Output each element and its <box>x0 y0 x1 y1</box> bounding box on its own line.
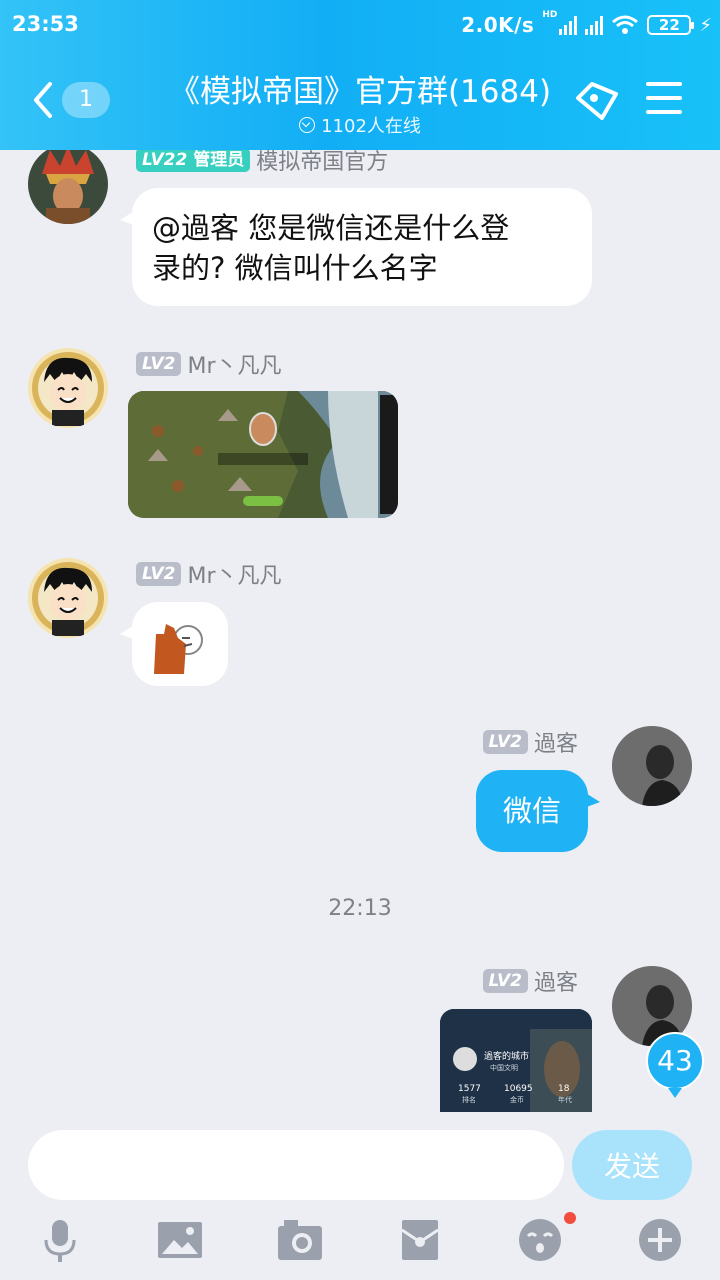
chat-area[interactable]: LV22 管理员 模拟帝国官方 @過客 您是微信还是什么登 录的? 微信叫什么名… <box>0 150 720 1112</box>
sender-meta: LV2 過客 <box>482 965 578 997</box>
level-text: LV22 <box>142 150 188 170</box>
sender-meta: LV2 過客 <box>482 726 578 758</box>
new-messages-badge[interactable]: 43 <box>646 1032 704 1098</box>
group-title[interactable]: 《模拟帝国》官方群(1684) <box>150 66 570 111</box>
status-time: 23:53 <box>12 12 79 36</box>
card-name: 過客的城市 <box>484 1052 530 1062</box>
online-count-label: 1102人在线 <box>321 116 421 137</box>
level-badge: LV2 <box>482 730 528 754</box>
back-arrow-icon[interactable] <box>28 80 58 120</box>
status-icons: 2.0K/s HD 22 ⚡ <box>461 10 712 40</box>
network-speed: 2.0K/s <box>461 13 535 37</box>
plus-icon[interactable] <box>636 1216 684 1264</box>
wifi-icon <box>612 15 639 34</box>
sender-name[interactable]: 過客 <box>534 726 578 758</box>
image-icon[interactable] <box>156 1216 204 1264</box>
card-stat-label: 排名 <box>462 1096 476 1104</box>
sender-name[interactable]: Mr丶凡凡 <box>187 348 281 380</box>
card-subtitle: 中国文明 <box>490 1064 518 1072</box>
image-message[interactable]: 過客的城市 中国文明 1577 10695 18 排名 金币 年代 <box>440 1009 592 1112</box>
message-input[interactable] <box>28 1130 564 1200</box>
unread-back-badge[interactable]: 1 <box>62 82 110 118</box>
tag-icon[interactable] <box>572 78 622 122</box>
signal-icon <box>559 15 578 35</box>
menu-icon[interactable] <box>646 82 682 114</box>
card-stat: 18 <box>558 1084 570 1094</box>
emoji-icon[interactable] <box>516 1216 564 1264</box>
message-bubble[interactable]: 微信 <box>476 770 600 852</box>
charging-icon: ⚡ <box>699 14 712 36</box>
my-avatar[interactable] <box>612 726 692 806</box>
signal-icon-2 <box>585 15 604 35</box>
title-bar: 23:53 2.0K/s HD 22 ⚡ 1 《模拟帝国》官方群(1684) 1… <box>0 0 720 150</box>
image-message[interactable] <box>128 391 398 518</box>
sender-name[interactable]: 模拟帝国官方 <box>256 150 388 176</box>
chevron-down-icon <box>299 117 316 133</box>
battery-icon: 22 <box>647 15 695 35</box>
sticker-message[interactable] <box>120 602 228 686</box>
sender-meta: LV2 Mr丶凡凡 <box>136 558 282 590</box>
camera-icon[interactable] <box>276 1216 324 1264</box>
avatar[interactable] <box>28 558 108 638</box>
message-text-line: @過客 您是微信还是什么登 <box>152 211 510 245</box>
network-type: HD <box>542 10 558 20</box>
sender-name[interactable]: 過客 <box>534 965 578 997</box>
online-count[interactable]: 1102人在线 <box>200 112 520 138</box>
card-stat-label: 年代 <box>558 1096 572 1104</box>
red-packet-icon[interactable] <box>396 1216 444 1264</box>
timestamp: 22:13 <box>328 896 392 921</box>
card-stat-label: 金币 <box>510 1096 524 1104</box>
mic-icon[interactable] <box>36 1216 84 1264</box>
sticker-icon <box>154 624 203 674</box>
message-bubble[interactable]: @過客 您是微信还是什么登 录的? 微信叫什么名字 <box>120 188 592 306</box>
composer: 发送 <box>0 1112 720 1280</box>
sender-name[interactable]: Mr丶凡凡 <box>187 558 281 590</box>
message-text-line: 录的? 微信叫什么名字 <box>152 251 438 285</box>
notification-dot <box>564 1212 576 1224</box>
avatar[interactable] <box>28 348 108 428</box>
send-button[interactable]: 发送 <box>572 1130 692 1200</box>
card-stat: 10695 <box>504 1084 533 1094</box>
role-label: 管理员 <box>193 150 245 170</box>
avatar[interactable] <box>28 150 108 224</box>
level-badge: LV2 <box>136 352 182 376</box>
level-badge: LV2 <box>136 562 182 586</box>
card-stat: 1577 <box>458 1084 481 1094</box>
sender-meta: LV2 Mr丶凡凡 <box>136 348 282 380</box>
level-badge: LV22 管理员 <box>136 150 251 172</box>
sender-meta: LV22 管理员 模拟帝国官方 <box>136 150 388 176</box>
level-badge: LV2 <box>482 969 528 993</box>
